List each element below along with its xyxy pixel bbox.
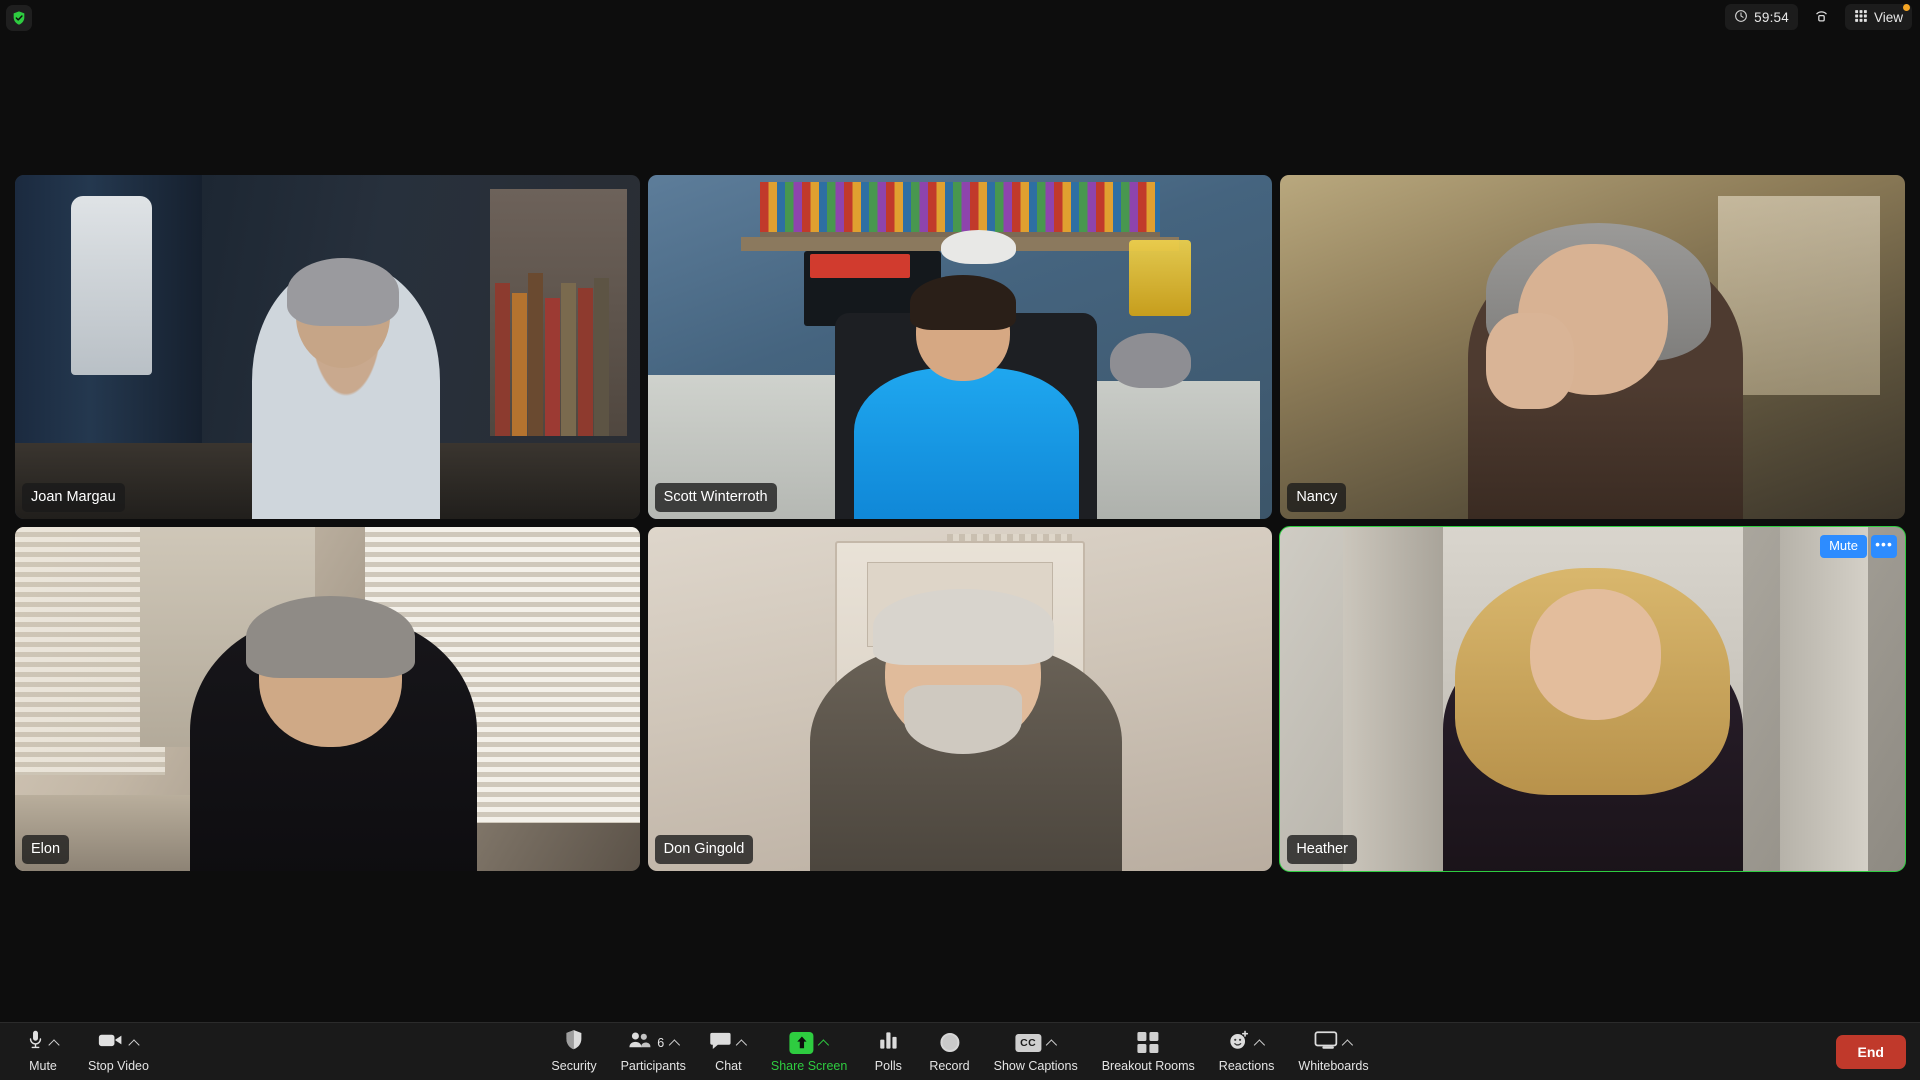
participant-name-label: Elon [22, 834, 70, 864]
chat-button[interactable]: Chat [698, 1031, 759, 1073]
participant-tile[interactable]: Nancy [1280, 175, 1905, 519]
audio-options-chevron-down-icon[interactable] [50, 1038, 59, 1047]
toolbar-center-group: Security 6 Participants Chat Share Scree… [539, 1029, 1380, 1073]
chat-chevron-down-icon[interactable] [738, 1038, 747, 1047]
tile-more-options-button[interactable]: ••• [1871, 535, 1897, 559]
cc-icon: CC [1015, 1033, 1042, 1052]
top-bar: 59:54 View [0, 0, 1920, 36]
video-feed [1280, 175, 1905, 519]
record-circle-icon [939, 1033, 959, 1052]
toolbar-right-group: End [1835, 1034, 1906, 1069]
tile-hover-controls: Mute ••• [1820, 535, 1897, 559]
breakout-rooms-button[interactable]: Breakout Rooms [1090, 1031, 1207, 1073]
share-screen-label: Share Screen [770, 1058, 848, 1073]
participant-name-label: Heather [1287, 834, 1357, 864]
grid-squares-icon [1137, 1032, 1159, 1053]
mute-button[interactable]: Mute [14, 1029, 72, 1073]
participant-tile[interactable]: Scott Winterroth [647, 175, 1273, 519]
share-screen-chevron-down-icon[interactable] [820, 1038, 829, 1047]
record-label: Record [929, 1058, 970, 1073]
chat-label: Chat [715, 1058, 742, 1073]
video-feed [647, 175, 1273, 519]
captions-chevron-down-icon[interactable] [1047, 1038, 1056, 1047]
participant-name-label: Don Gingold [654, 834, 754, 864]
participant-tile[interactable]: Joan Margau [15, 175, 640, 519]
participant-tile[interactable]: Elon [15, 527, 640, 871]
video-camera-icon [98, 1031, 124, 1054]
participants-button[interactable]: 6 Participants [609, 1031, 698, 1073]
share-arrow-up-icon [789, 1031, 814, 1054]
timer-value: 59:54 [1754, 9, 1789, 25]
whiteboards-chevron-down-icon[interactable] [1343, 1038, 1352, 1047]
smiley-plus-icon [1229, 1030, 1250, 1056]
bar-chart-icon [878, 1031, 898, 1055]
polls-label: Polls [874, 1058, 902, 1073]
end-meeting-button[interactable]: End [1835, 1034, 1906, 1069]
participants-chevron-down-icon[interactable] [670, 1038, 679, 1047]
meeting-controls-toolbar: Mute Stop Video Security 6 Participants … [0, 1022, 1920, 1080]
show-captions-button[interactable]: CC Show Captions [982, 1031, 1090, 1073]
zoom-meeting-window: 59:54 View Joan Margau Scott Winterroth … [0, 0, 1920, 1080]
clock-icon [1734, 9, 1748, 26]
view-label: View [1873, 9, 1903, 25]
participant-name-label: Nancy [1287, 482, 1347, 512]
network-signal-icon [1813, 7, 1830, 27]
video-options-chevron-down-icon[interactable] [130, 1038, 139, 1047]
whiteboard-icon [1314, 1030, 1338, 1055]
breakout-rooms-label: Breakout Rooms [1101, 1058, 1195, 1073]
stop-video-button[interactable]: Stop Video [76, 1031, 161, 1073]
stop-video-label: Stop Video [88, 1058, 149, 1073]
polls-button[interactable]: Polls [859, 1031, 917, 1073]
top-bar-right-controls: 59:54 View [1725, 4, 1912, 30]
security-label: Security [551, 1058, 597, 1073]
people-icon [627, 1031, 651, 1054]
tile-mute-button[interactable]: Mute [1820, 535, 1867, 559]
view-notification-dot [1903, 4, 1910, 11]
share-screen-button[interactable]: Share Screen [759, 1031, 859, 1073]
microphone-icon [27, 1029, 44, 1056]
show-captions-label: Show Captions [993, 1058, 1078, 1073]
record-button[interactable]: Record [917, 1031, 981, 1073]
participant-name-label: Joan Margau [22, 482, 125, 512]
participant-tile-active-speaker[interactable]: Mute ••• Heather [1279, 526, 1906, 872]
participant-tile[interactable]: Don Gingold [647, 527, 1273, 871]
participants-label: Participants [620, 1058, 686, 1073]
toolbar-left-group: Mute Stop Video [14, 1029, 161, 1073]
reactions-label: Reactions [1218, 1058, 1275, 1073]
video-feed [1280, 527, 1905, 871]
reactions-chevron-down-icon[interactable] [1256, 1038, 1265, 1047]
video-feed [647, 527, 1273, 871]
reactions-button[interactable]: Reactions [1207, 1030, 1287, 1073]
shield-icon [564, 1029, 583, 1056]
participant-name-label: Scott Winterroth [654, 482, 777, 512]
encryption-shield-check-icon[interactable] [6, 5, 32, 31]
grid-icon [1854, 9, 1868, 26]
whiteboards-label: Whiteboards [1298, 1058, 1369, 1073]
video-feed [15, 175, 640, 519]
mute-label: Mute [29, 1058, 57, 1073]
whiteboards-button[interactable]: Whiteboards [1286, 1030, 1380, 1073]
connection-quality-button[interactable] [1804, 4, 1839, 30]
chat-bubble-icon [710, 1031, 732, 1055]
meeting-timer[interactable]: 59:54 [1725, 4, 1798, 30]
participant-video-grid: Joan Margau Scott Winterroth Nancy Elon … [15, 175, 1906, 872]
view-button[interactable]: View [1844, 4, 1912, 30]
participants-count: 6 [657, 1035, 665, 1050]
video-feed [15, 527, 640, 871]
security-button[interactable]: Security [539, 1029, 608, 1073]
